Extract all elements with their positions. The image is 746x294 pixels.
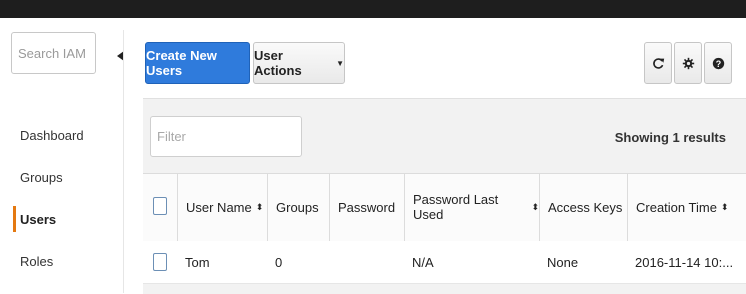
help-icon: ? [712,57,724,69]
sidebar-item-users[interactable]: Users [20,212,56,227]
sort-icon: ⬍ [720,201,729,212]
column-access-keys: Access Keys [539,173,627,241]
svg-text:?: ? [715,58,720,68]
gear-icon [682,57,694,69]
sidebar-item-dashboard[interactable]: Dashboard [20,128,84,143]
collapse-sidebar-button[interactable] [113,36,127,76]
row-checkbox[interactable] [153,253,167,271]
help-button[interactable]: ? [704,42,732,84]
column-password: Password [329,173,404,241]
column-password-label: Password [338,199,396,215]
sort-icon: ⬍ [255,201,264,212]
column-user-name-label: User Name [186,199,252,215]
cell-user-name[interactable]: Tom [177,241,210,283]
column-user-name[interactable]: User Name ⬍ [177,173,267,241]
user-actions-label: User Actions [254,48,302,78]
sidebar-item-roles[interactable]: Roles [20,254,53,269]
results-count: Showing 1 results [614,130,726,145]
cell-creation-time: 2016-11-14 10:... [635,254,734,270]
cell-password-last-used: N/A [412,254,434,270]
caret-down-icon: ▼ [336,58,344,68]
sidebar-item-groups[interactable]: Groups [20,170,63,185]
sort-icon: ⬍ [531,201,539,212]
column-password-last-used[interactable]: Password Last Used ⬍ [404,173,539,241]
cell-password [329,241,337,283]
top-bar [0,0,746,18]
sidebar-divider [123,30,124,293]
column-groups: Groups [267,173,329,241]
search-iam-input[interactable] [11,32,96,74]
column-access-keys-label: Access Keys [548,199,623,215]
filter-input[interactable] [150,116,302,157]
settings-button[interactable] [674,42,702,84]
cell-groups: 0 [275,254,283,270]
column-password-last-used-label: Password Last Used [413,192,499,222]
create-new-users-button[interactable]: Create New Users [145,42,250,84]
column-groups-label: Groups [276,199,319,215]
user-actions-dropdown[interactable]: User Actions ▼ [253,42,345,84]
select-all-checkbox[interactable] [153,197,167,215]
refresh-icon [652,57,664,69]
refresh-button[interactable] [644,42,672,84]
column-creation-time-label: Creation Time [636,199,717,215]
column-creation-time[interactable]: Creation Time ⬍ [627,173,746,241]
cell-access-keys: None [547,254,579,270]
create-new-users-label: Create New Users [146,48,217,78]
active-nav-indicator [13,206,16,232]
